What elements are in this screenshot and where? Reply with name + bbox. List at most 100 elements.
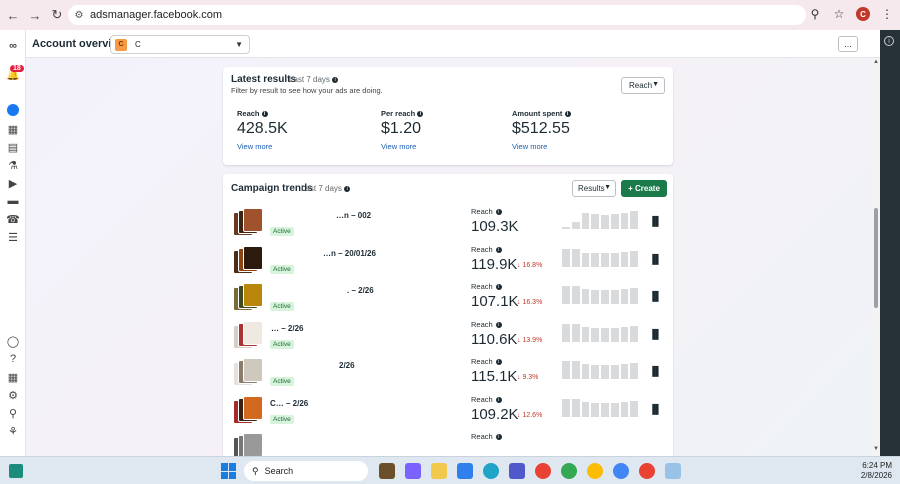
widgets-icon[interactable] xyxy=(9,464,23,478)
reach-label: Reach i xyxy=(471,282,502,291)
bar-chart-icon[interactable]: ▐▌ xyxy=(649,254,662,264)
app-icon[interactable] xyxy=(379,463,395,479)
store-icon[interactable] xyxy=(457,463,473,479)
view-more-link[interactable]: View more xyxy=(381,142,423,151)
reach-sparkline xyxy=(562,397,638,417)
campaign-row[interactable]: . – 2/26 Active Reach i 107.1K ↓ 16.3% ▐▌ xyxy=(223,280,673,317)
create-button[interactable]: + Create xyxy=(621,180,667,197)
address-bar[interactable]: ⚙ adsmanager.facebook.com xyxy=(68,5,806,25)
profile-avatar[interactable]: C xyxy=(854,5,872,23)
view-more-link[interactable]: View more xyxy=(237,142,288,151)
info-icon[interactable]: i xyxy=(884,36,894,46)
chrome-profile-icon[interactable] xyxy=(561,463,577,479)
metric-value: $1.20 xyxy=(381,120,422,137)
chrome-profile-icon[interactable] xyxy=(639,463,655,479)
campaign-thumbnail xyxy=(233,208,265,236)
info-icon[interactable]: i xyxy=(495,209,502,216)
info-icon[interactable]: i xyxy=(495,284,502,291)
bar-chart-icon[interactable]: ▐▌ xyxy=(649,329,662,339)
result-type-select[interactable]: Reach ▼ xyxy=(621,77,665,94)
snipping-tool-icon[interactable] xyxy=(665,463,681,479)
results-select[interactable]: Results ▼ xyxy=(572,180,616,197)
reports-icon[interactable]: ▤ xyxy=(5,139,21,155)
chrome-icon[interactable] xyxy=(535,463,551,479)
latest-results-subtitle: Filter by result to see how your ads are… xyxy=(231,86,383,95)
bug-report-icon[interactable]: ⚘ xyxy=(5,423,21,439)
sparkline-bar xyxy=(630,250,638,267)
events-manager-icon[interactable]: ☎ xyxy=(5,211,21,227)
audiences-icon[interactable]: ⚗ xyxy=(5,157,21,173)
info-icon[interactable]: i xyxy=(495,359,502,366)
bar-chart-icon[interactable]: ▐▌ xyxy=(649,291,662,301)
meta-logo-icon[interactable]: ∞ xyxy=(5,38,21,54)
reach-change: ↓ 12.6% xyxy=(517,411,543,419)
sparkline-bar xyxy=(571,323,580,342)
file-explorer-icon[interactable] xyxy=(431,463,447,479)
settings-gear-icon[interactable]: ⚙ xyxy=(5,387,21,403)
zoom-icon[interactable]: ⚲ xyxy=(806,5,824,23)
forward-icon[interactable]: → xyxy=(24,4,46,26)
info-icon[interactable]: i xyxy=(564,111,571,118)
account-selector[interactable]: C C ▼ xyxy=(110,35,250,54)
info-icon[interactable]: i xyxy=(344,185,351,192)
campaigns-table-icon[interactable]: ▦ xyxy=(5,121,21,137)
all-tools-menu-icon[interactable]: ☰ xyxy=(5,229,21,245)
taskbar-search[interactable]: ⚲ Search xyxy=(244,461,368,481)
scroll-down-icon[interactable]: ▼ xyxy=(873,446,879,452)
campaign-name[interactable]: 2/26 xyxy=(339,361,355,370)
site-settings-icon[interactable]: ⚙ xyxy=(68,10,90,21)
info-icon[interactable]: i xyxy=(495,246,502,253)
scrollbar-thumb[interactable] xyxy=(874,208,878,308)
taskbar-clock[interactable]: 6:24 PM 2/8/2026 xyxy=(858,461,892,481)
view-more-link[interactable]: View more xyxy=(512,142,571,151)
campaign-row[interactable]: Reach i xyxy=(223,430,673,456)
sparkline-bar xyxy=(601,252,609,267)
scroll-up-icon[interactable]: ▲ xyxy=(873,59,879,65)
reload-icon[interactable]: ↻ xyxy=(46,4,68,26)
more-options-button[interactable]: ... xyxy=(838,36,858,52)
back-icon[interactable]: ← xyxy=(2,4,24,26)
info-icon[interactable]: i xyxy=(332,76,339,83)
help-icon[interactable]: ? xyxy=(5,351,21,367)
campaign-name[interactable]: …n – 20/01/26 xyxy=(323,249,376,258)
bar-chart-icon[interactable]: ▐▌ xyxy=(649,366,662,376)
campaign-row[interactable]: 2/26 Active Reach i 115.1K ↓ 9.3% ▐▌ xyxy=(223,355,673,392)
info-icon[interactable]: i xyxy=(495,321,502,328)
bookmark-star-icon[interactable]: ☆ xyxy=(830,5,848,23)
campaign-row[interactable]: …n – 002 Active Reach i 109.3K ▐▌ xyxy=(223,205,673,242)
info-icon[interactable]: i xyxy=(495,434,502,441)
search-icon[interactable]: ⚲ xyxy=(5,405,21,421)
sparkline-bar xyxy=(581,252,590,267)
campaign-name[interactable]: C… – 2/26 xyxy=(270,399,308,408)
teams-chat-icon[interactable] xyxy=(405,463,421,479)
browser-menu-icon[interactable]: ⋮ xyxy=(878,5,896,23)
sparkline-bar xyxy=(591,252,599,267)
bar-chart-icon[interactable]: ▐▌ xyxy=(649,404,662,414)
bar-chart-icon[interactable]: ▐▌ xyxy=(649,216,662,226)
campaign-name[interactable]: . – 2/26 xyxy=(347,286,374,295)
info-icon[interactable]: i xyxy=(495,396,502,403)
campaign-name[interactable]: … – 2/26 xyxy=(271,324,303,333)
campaign-name[interactable]: …n – 002 xyxy=(336,211,371,220)
vertical-scrollbar[interactable]: ▲ ▼ xyxy=(872,58,880,456)
campaign-row[interactable]: …n – 20/01/26 Active Reach i 119.9K ↓ 16.8% ▐▌ xyxy=(223,243,673,280)
info-icon[interactable]: i xyxy=(261,111,268,118)
account-overview-icon[interactable] xyxy=(7,104,19,116)
sparkline-bar xyxy=(630,400,638,417)
chrome-profile-icon[interactable] xyxy=(613,463,629,479)
campaign-row[interactable]: C… – 2/26 Active Reach i 109.2K ↓ 12.6% ▐▌ xyxy=(223,393,673,430)
left-nav-rail: ∞ 🔔 18 ▦ ▤ ⚗ ▶ ▬ ☎ ☰ ◯ ? ▦ ⚙ ⚲ ⚘ xyxy=(0,30,26,456)
meta-ai-icon[interactable]: ◯ xyxy=(5,333,21,349)
sparkline-bar xyxy=(571,361,580,379)
news-icon[interactable]: ▦ xyxy=(5,369,21,385)
teams-icon[interactable] xyxy=(509,463,525,479)
plus-icon: + xyxy=(628,184,635,193)
campaign-thumbnail xyxy=(233,320,265,349)
ads-megaphone-icon[interactable]: ▶ xyxy=(5,175,21,191)
campaign-row[interactable]: … – 2/26 Active Reach i 110.6K ↓ 13.9% ▐▌ xyxy=(223,318,673,355)
billing-card-icon[interactable]: ▬ xyxy=(5,193,21,209)
chrome-profile-icon[interactable] xyxy=(587,463,603,479)
edge-browser-icon[interactable] xyxy=(483,463,499,479)
windows-start-icon[interactable] xyxy=(221,463,237,479)
info-icon[interactable]: i xyxy=(417,111,424,118)
